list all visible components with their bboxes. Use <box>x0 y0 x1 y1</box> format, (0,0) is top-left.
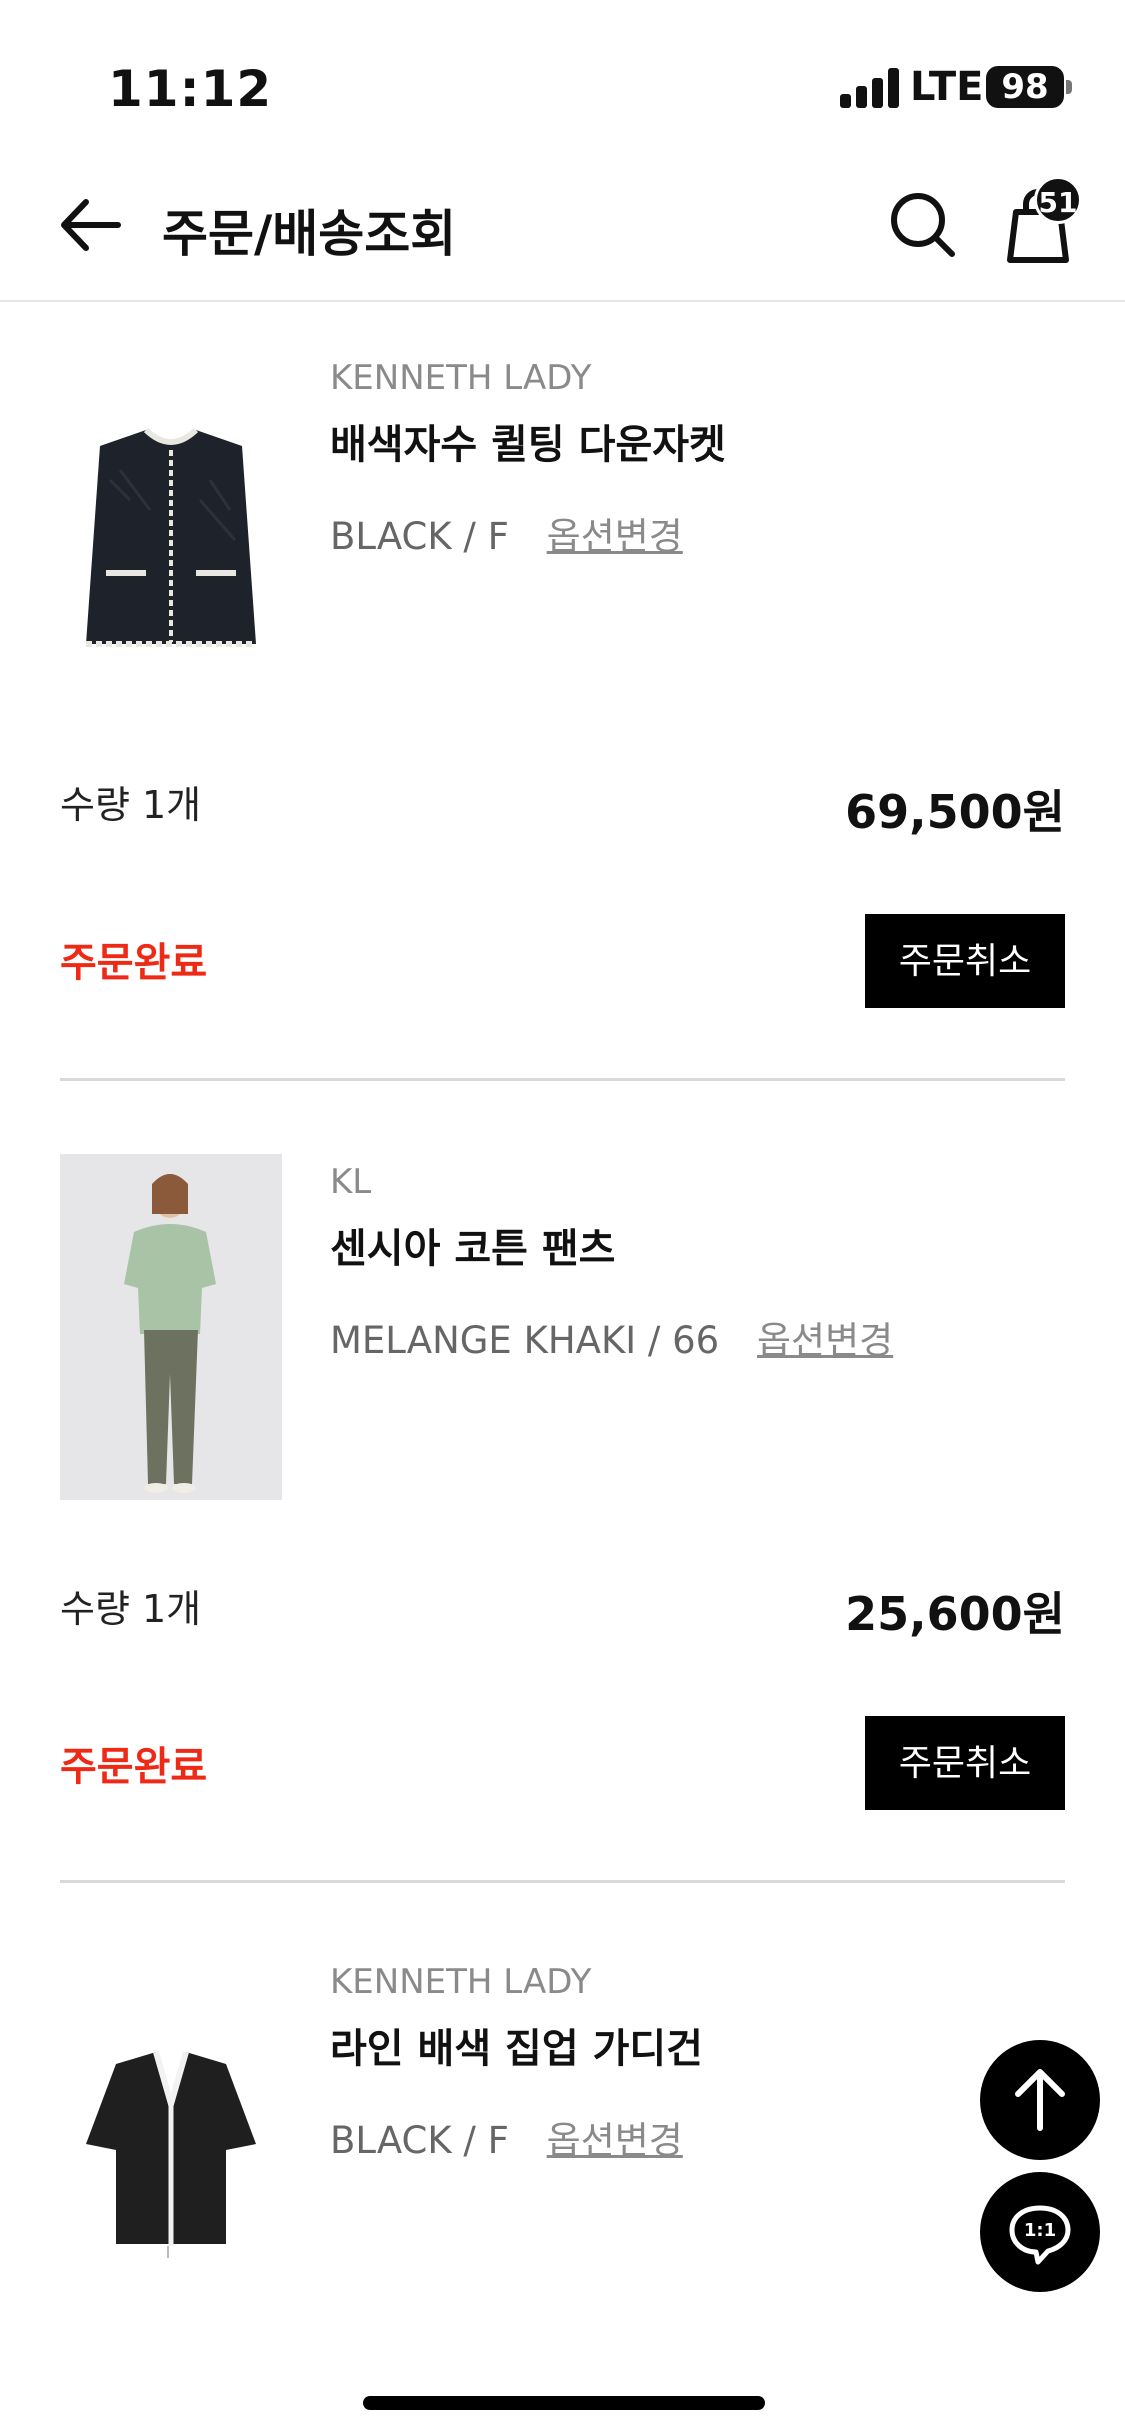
option-row: BLACK / F 옵션변경 <box>330 2110 683 2164</box>
brand-name: KL <box>330 1162 372 1202</box>
order-status: 주문완료 <box>60 1744 208 1790</box>
brand-name: KENNETH LADY <box>330 1962 592 2002</box>
price: 25,600원 <box>845 1587 1065 1641</box>
option-row: MELANGE KHAKI / 66 옵션변경 <box>330 1310 893 1364</box>
search-icon <box>891 193 955 257</box>
order-status: 주문완료 <box>60 940 208 986</box>
search-button[interactable] <box>888 190 958 260</box>
chat-1to1-icon: 1:1 <box>1009 2205 1071 2265</box>
option-value: BLACK / F <box>330 2119 509 2162</box>
cardigan-image <box>86 2051 256 2258</box>
product-image[interactable] <box>60 1974 282 2320</box>
divider <box>60 1880 1065 1883</box>
page-title: 주문/배송조회 <box>162 205 457 263</box>
battery-tip <box>1066 80 1072 94</box>
product-name[interactable]: 배색자수 퀼팅 다운자켓 <box>330 412 726 470</box>
jacket-image <box>86 427 256 647</box>
product-name[interactable]: 센시아 코튼 팬츠 <box>330 1216 615 1274</box>
arrow-up-icon <box>1015 2069 1065 2131</box>
home-indicator <box>363 2396 765 2410</box>
signal-icon <box>840 68 900 108</box>
chat-button[interactable]: 1:1 <box>980 2172 1100 2292</box>
cancel-order-button[interactable]: 주문취소 <box>865 914 1065 1008</box>
price: 69,500원 <box>845 785 1065 839</box>
quantity-label: 수량 1개 <box>60 783 202 827</box>
order-item: KENNETH LADY 라인 배색 집업 가디건 BLACK / F 옵션변경 <box>60 1944 1065 2344</box>
option-row: BLACK / F 옵션변경 <box>330 506 683 560</box>
order-delivery-screen: 11:12 LTE 98 주문/배송조회 51 KENNETH LADY 배색자… <box>0 0 1125 2436</box>
order-item: KL 센시아 코튼 팬츠 MELANGE KHAKI / 66 옵션변경 수량 … <box>60 1154 1065 1874</box>
option-change-link[interactable]: 옵션변경 <box>547 2119 683 2162</box>
option-value: MELANGE KHAKI / 66 <box>330 1319 720 1362</box>
product-image[interactable] <box>60 1154 282 1500</box>
scroll-top-button[interactable] <box>980 2040 1100 2160</box>
app-header: 주문/배송조회 51 <box>0 150 1125 302</box>
brand-name: KENNETH LADY <box>330 358 592 398</box>
back-arrow-icon <box>61 199 121 251</box>
cart-count-badge: 51 <box>1034 176 1082 224</box>
product-image[interactable] <box>60 380 282 726</box>
status-bar: 11:12 LTE 98 <box>0 0 1125 150</box>
option-change-link[interactable]: 옵션변경 <box>547 515 683 558</box>
order-item: KENNETH LADY 배색자수 퀼팅 다운자켓 BLACK / F 옵션변경… <box>60 340 1065 1060</box>
product-name[interactable]: 라인 배색 집업 가디건 <box>330 2016 703 2074</box>
status-time: 11:12 <box>108 60 273 118</box>
back-button[interactable] <box>56 190 126 260</box>
quantity-label: 수량 1개 <box>60 1587 202 1631</box>
option-value: BLACK / F <box>330 515 509 558</box>
network-label: LTE <box>910 64 984 110</box>
cancel-order-button[interactable]: 주문취소 <box>865 1716 1065 1810</box>
chat-label: 1:1 <box>1024 2220 1056 2241</box>
battery-icon: 98 <box>986 66 1064 108</box>
divider <box>60 1078 1065 1081</box>
option-change-link[interactable]: 옵션변경 <box>757 1319 893 1362</box>
pants-model-image <box>60 1154 282 1500</box>
